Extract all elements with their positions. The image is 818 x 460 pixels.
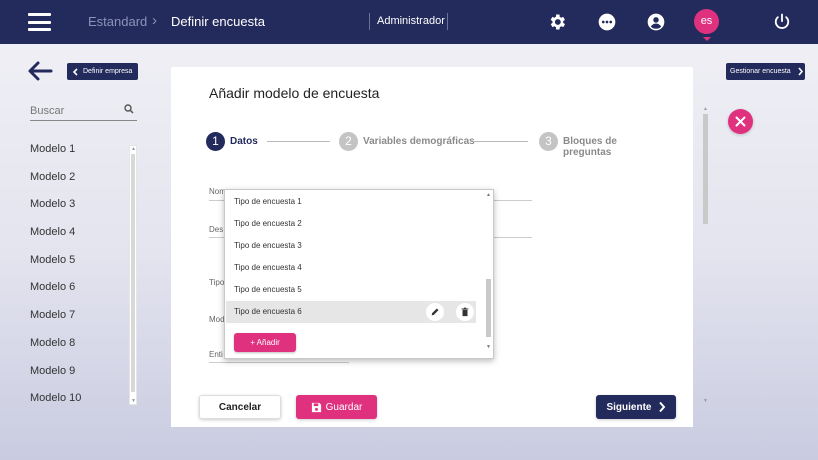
close-icon	[735, 116, 746, 127]
cancel-button[interactable]: Cancelar	[199, 395, 281, 419]
dropdown-option[interactable]: Tipo de encuesta 4	[226, 257, 476, 279]
list-item[interactable]: Modelo 2	[30, 167, 126, 195]
save-button[interactable]: Guardar	[296, 395, 377, 419]
gear-icon[interactable]	[547, 12, 567, 32]
list-item[interactable]: Modelo 3	[30, 194, 126, 222]
step-3-number: 3	[539, 132, 558, 151]
dropdown-option[interactable]: Tipo de encuesta 5	[226, 279, 476, 301]
search-box	[30, 101, 137, 121]
chevron-right-icon	[798, 67, 803, 76]
define-company-label: Definir empresa	[83, 68, 133, 75]
next-button[interactable]: Siguiente	[596, 395, 676, 419]
close-button[interactable]	[728, 109, 753, 134]
scrollbar-thumb[interactable]	[131, 154, 135, 392]
scrollbar-thumb[interactable]	[486, 279, 491, 337]
search-icon[interactable]	[124, 104, 134, 114]
power-icon[interactable]	[772, 12, 792, 32]
language-caret-icon	[703, 37, 711, 41]
scrollbar-thumb[interactable]	[703, 114, 708, 224]
search-input[interactable]	[30, 105, 120, 117]
dropdown-option[interactable]: Tipo de encuesta 3	[226, 235, 476, 257]
scroll-down-arrow-icon[interactable]: ▼	[131, 398, 136, 404]
next-label: Siguiente	[606, 401, 652, 413]
save-label: Guardar	[325, 401, 363, 413]
add-option-button[interactable]: + Añadir	[234, 333, 296, 352]
scroll-up-arrow-icon[interactable]: ▲	[486, 192, 491, 198]
manage-survey-label: Gestionar encuesta	[730, 68, 791, 75]
list-item[interactable]: Modelo 7	[30, 305, 126, 333]
entity-field-underline[interactable]	[209, 362, 349, 363]
language-selector[interactable]: es	[694, 9, 719, 34]
list-item[interactable]: Modelo 5	[30, 250, 126, 278]
dropdown-option[interactable]: Tipo de encuesta 2	[226, 213, 476, 235]
step-1-label[interactable]: Datos	[230, 136, 258, 147]
survey-type-dropdown: Tipo de encuesta 1 Tipo de encuesta 2 Ti…	[224, 189, 494, 359]
chevron-right-icon	[658, 401, 665, 413]
page-title: Añadir modelo de encuesta	[209, 85, 380, 101]
breadcrumb-chevron-icon: ›	[152, 12, 157, 29]
back-arrow-icon[interactable]	[27, 60, 53, 82]
more-options-icon[interactable]	[597, 12, 617, 32]
step-connector	[267, 141, 330, 142]
scroll-up-arrow-icon[interactable]: ▲	[703, 106, 708, 112]
scroll-down-arrow-icon[interactable]: ▼	[703, 398, 708, 404]
top-bar: Estandard › Definir encuesta Administrad…	[0, 0, 818, 44]
pencil-icon	[431, 308, 439, 316]
step-2-label[interactable]: Variables demográficas	[363, 136, 475, 147]
entity-field-label: Enti	[209, 350, 223, 359]
model-list: Modelo 1 Modelo 2 Modelo 3 Modelo 4 Mode…	[30, 139, 126, 416]
list-item[interactable]: Modelo 1	[30, 139, 126, 167]
edit-button[interactable]	[426, 303, 444, 321]
floppy-disk-icon	[311, 402, 321, 412]
list-item[interactable]: Modelo 9	[30, 361, 126, 389]
scroll-up-arrow-icon[interactable]: ▲	[131, 146, 136, 152]
model-field-label: Mod	[209, 315, 225, 324]
chevron-left-icon	[72, 67, 78, 76]
breadcrumb-parent[interactable]: Estandard	[88, 14, 147, 29]
main-scrollbar[interactable]: ▲ ▼	[702, 106, 710, 404]
description-field-label: Des	[209, 225, 224, 234]
scroll-down-arrow-icon[interactable]: ▼	[486, 344, 491, 350]
hamburger-menu-icon[interactable]	[28, 13, 51, 31]
list-item[interactable]: Modelo 8	[30, 333, 126, 361]
step-2-number: 2	[339, 132, 358, 151]
stepper: 1 Datos 2 Variables demográficas 3 Bloqu…	[206, 131, 666, 158]
manage-survey-button[interactable]: Gestionar encuesta	[726, 63, 805, 80]
step-3-label[interactable]: Bloques de preguntas	[563, 136, 666, 158]
dropdown-option[interactable]: Tipo de encuesta 1	[226, 191, 476, 213]
dropdown-option-selected[interactable]: Tipo de encuesta 6	[226, 301, 476, 323]
dropdown-option-label: Tipo de encuesta 6	[234, 307, 302, 316]
list-item[interactable]: Modelo 4	[30, 222, 126, 250]
model-list-scrollbar[interactable]: ▲ ▼	[129, 145, 137, 405]
list-item[interactable]: Modelo 6	[30, 277, 126, 305]
define-company-button[interactable]: Definir empresa	[67, 63, 138, 80]
user-account-icon[interactable]	[646, 12, 666, 32]
step-connector	[473, 141, 528, 142]
option-actions	[426, 303, 474, 321]
step-1-number: 1	[206, 132, 225, 151]
list-item[interactable]: Modelo 10	[30, 388, 126, 416]
dropdown-scrollbar[interactable]: ▲ ▼	[485, 190, 493, 358]
breadcrumb-current: Definir encuesta	[171, 14, 265, 29]
delete-button[interactable]	[456, 303, 474, 321]
type-field-label: Tipo	[209, 278, 225, 287]
user-role: Administrador	[369, 13, 448, 30]
trash-icon	[461, 307, 469, 317]
